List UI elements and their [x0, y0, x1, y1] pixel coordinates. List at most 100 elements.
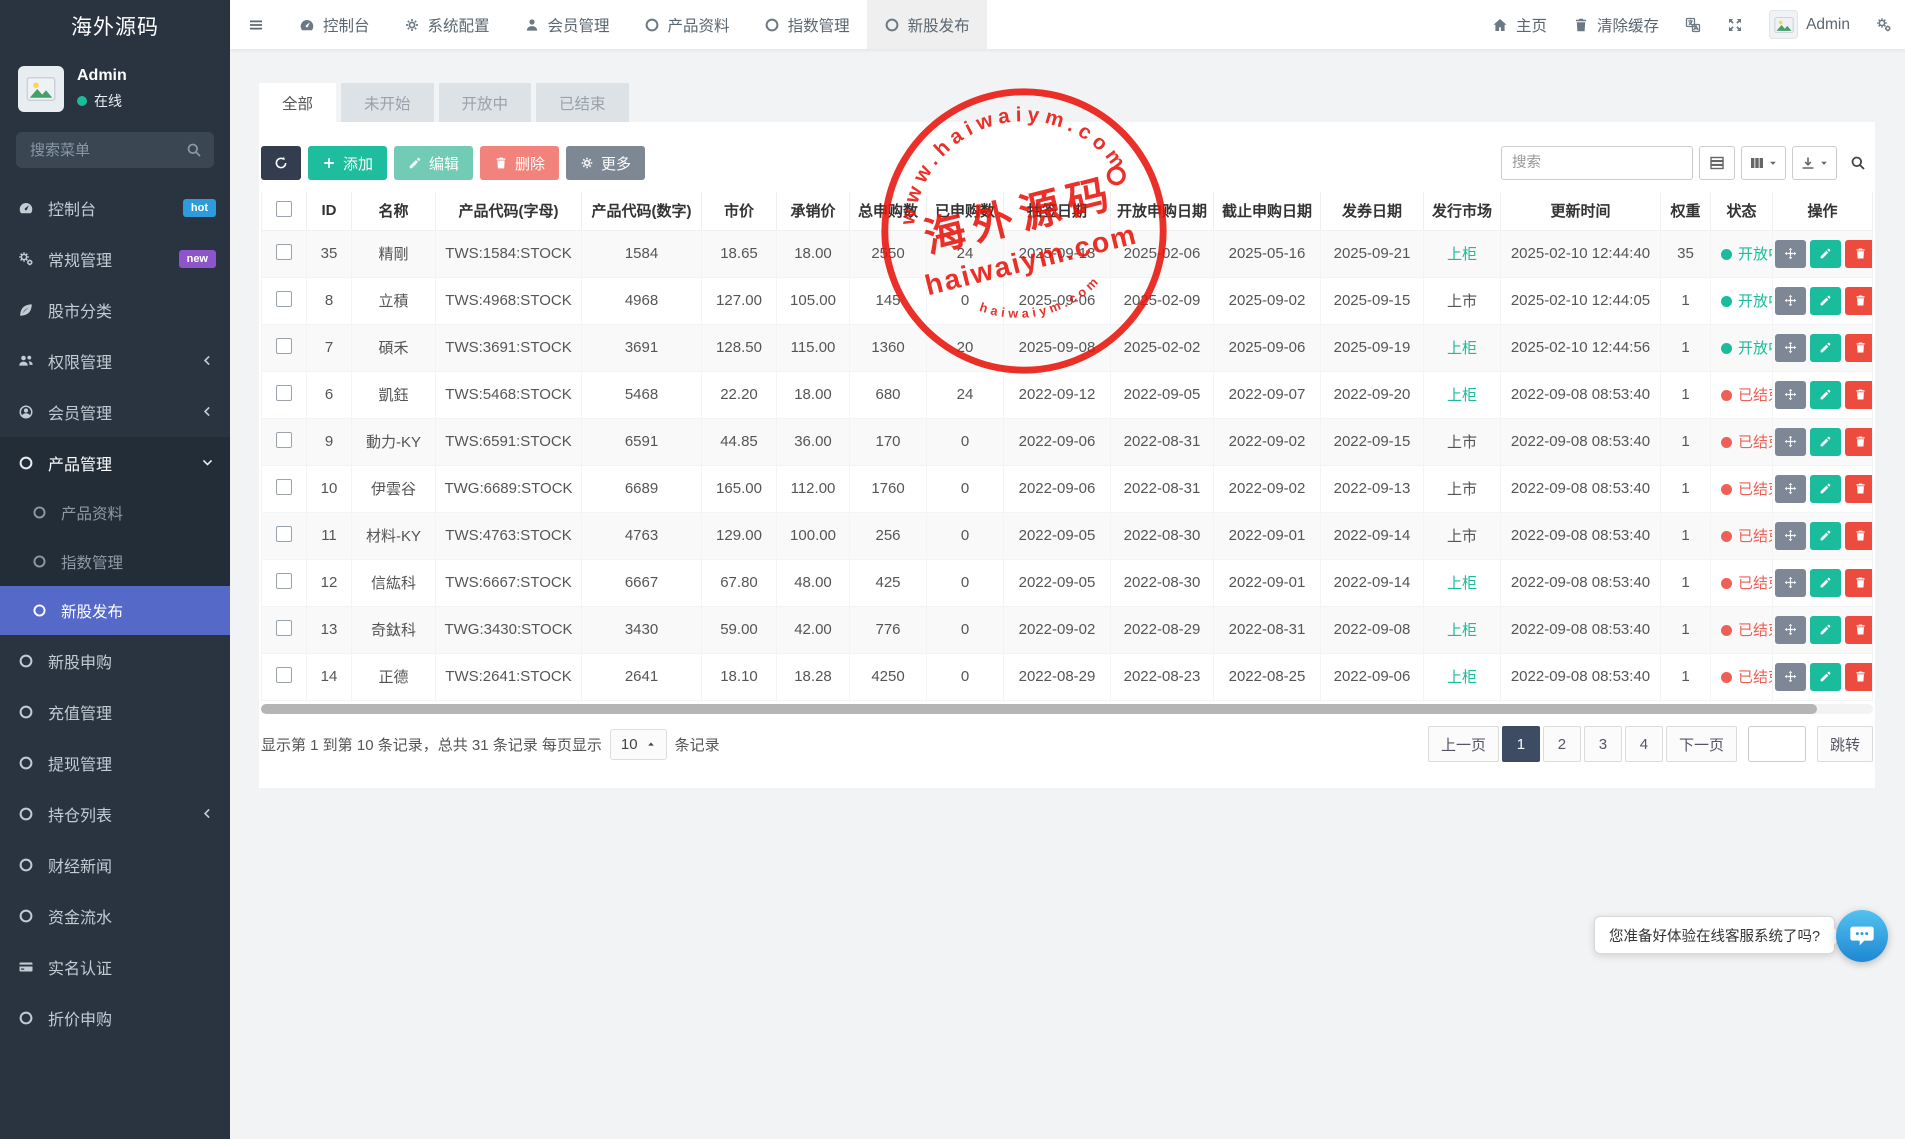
fullscreen-button[interactable] — [1714, 0, 1756, 49]
toggle-view-button[interactable] — [1699, 146, 1735, 180]
row-edit-button[interactable] — [1810, 663, 1841, 691]
nav-item-member[interactable]: 会员管理 — [507, 0, 627, 49]
jump-page-input[interactable] — [1748, 726, 1806, 762]
sidebar-item-recharge[interactable]: 充值管理 — [0, 686, 230, 737]
sidebar-search-input[interactable] — [16, 132, 214, 168]
sidebar-item-product-info[interactable]: 产品资料 — [0, 488, 230, 537]
sidebar-item-positions[interactable]: 持仓列表 — [0, 788, 230, 839]
market-link[interactable]: 上柜 — [1447, 575, 1477, 592]
row-move-button[interactable] — [1775, 428, 1806, 456]
delete-button[interactable]: 删除 — [480, 146, 559, 180]
page-button-2[interactable]: 2 — [1543, 726, 1581, 762]
settings-button[interactable] — [1863, 0, 1905, 49]
nav-item-product-info[interactable]: 产品资料 — [627, 0, 747, 49]
row-move-button[interactable] — [1775, 334, 1806, 362]
nav-item-ipo-publish[interactable]: 新股发布 — [867, 0, 987, 49]
sidebar-item-discount-subscribe[interactable]: 折价申购 — [0, 992, 230, 1043]
market-link[interactable]: 上柜 — [1447, 246, 1477, 263]
row-delete-button[interactable] — [1845, 240, 1873, 268]
scrollbar-thumb[interactable] — [261, 704, 1817, 714]
row-move-button[interactable] — [1775, 663, 1806, 691]
language-button[interactable] — [1672, 0, 1714, 49]
row-edit-button[interactable] — [1810, 569, 1841, 597]
prev-page-button[interactable]: 上一页 — [1428, 726, 1499, 762]
tab-not-started[interactable]: 未开始 — [341, 83, 434, 122]
sidebar-item-general[interactable]: 常规管理new — [0, 233, 230, 284]
row-checkbox[interactable] — [276, 573, 292, 589]
edit-button[interactable]: 编辑 — [394, 146, 473, 180]
sidebar-item-fund-flow[interactable]: 资金流水 — [0, 890, 230, 941]
sidebar-item-product[interactable]: 产品管理 — [0, 437, 230, 488]
tab-all[interactable]: 全部 — [259, 83, 336, 122]
row-edit-button[interactable] — [1810, 287, 1841, 315]
jump-button[interactable]: 跳转 — [1817, 726, 1873, 762]
row-move-button[interactable] — [1775, 522, 1806, 550]
page-button-4[interactable]: 4 — [1625, 726, 1663, 762]
row-edit-button[interactable] — [1810, 381, 1841, 409]
columns-button[interactable] — [1741, 146, 1786, 180]
sidebar-item-member[interactable]: 会员管理 — [0, 386, 230, 437]
row-delete-button[interactable] — [1845, 287, 1873, 315]
page-button-1[interactable]: 1 — [1502, 726, 1540, 762]
sidebar-item-index-manage[interactable]: 指数管理 — [0, 537, 230, 586]
user-menu[interactable]: Admin — [1756, 0, 1863, 49]
row-delete-button[interactable] — [1845, 569, 1873, 597]
row-checkbox[interactable] — [276, 338, 292, 354]
table-search-input[interactable] — [1501, 146, 1693, 180]
export-button[interactable] — [1792, 146, 1837, 180]
more-button[interactable]: 更多 — [566, 146, 645, 180]
row-edit-button[interactable] — [1810, 240, 1841, 268]
sidebar-item-withdraw[interactable]: 提现管理 — [0, 737, 230, 788]
market-link[interactable]: 上柜 — [1447, 669, 1477, 686]
tab-open[interactable]: 开放中 — [439, 83, 532, 122]
row-move-button[interactable] — [1775, 569, 1806, 597]
row-edit-button[interactable] — [1810, 428, 1841, 456]
sidebar-item-ipo-publish[interactable]: 新股发布 — [0, 586, 230, 635]
row-checkbox[interactable] — [276, 620, 292, 636]
row-move-button[interactable] — [1775, 475, 1806, 503]
row-checkbox[interactable] — [276, 432, 292, 448]
row-checkbox[interactable] — [276, 479, 292, 495]
row-edit-button[interactable] — [1810, 334, 1841, 362]
row-checkbox[interactable] — [276, 291, 292, 307]
row-edit-button[interactable] — [1810, 522, 1841, 550]
select-all-checkbox[interactable] — [276, 201, 292, 217]
row-checkbox[interactable] — [276, 526, 292, 542]
row-edit-button[interactable] — [1810, 475, 1841, 503]
sidebar-item-ipo-subscribe[interactable]: 新股申购 — [0, 635, 230, 686]
row-delete-button[interactable] — [1845, 475, 1873, 503]
row-checkbox[interactable] — [276, 244, 292, 260]
row-move-button[interactable] — [1775, 240, 1806, 268]
add-button[interactable]: 添加 — [308, 146, 387, 180]
row-delete-button[interactable] — [1845, 616, 1873, 644]
refresh-button[interactable] — [261, 146, 301, 180]
sidebar-item-realname[interactable]: 实名认证 — [0, 941, 230, 992]
sidebar-toggle-button[interactable] — [230, 0, 282, 49]
search-toggle-button[interactable] — [1843, 146, 1873, 180]
row-move-button[interactable] — [1775, 616, 1806, 644]
row-edit-button[interactable] — [1810, 616, 1841, 644]
row-delete-button[interactable] — [1845, 522, 1873, 550]
row-checkbox[interactable] — [276, 385, 292, 401]
page-size-select[interactable]: 10 — [610, 729, 667, 760]
sidebar-item-finance-news[interactable]: 财经新闻 — [0, 839, 230, 890]
chat-button[interactable] — [1836, 910, 1888, 962]
market-link[interactable]: 上柜 — [1447, 387, 1477, 404]
row-delete-button[interactable] — [1845, 428, 1873, 456]
tab-ended[interactable]: 已结束 — [536, 83, 629, 122]
page-button-3[interactable]: 3 — [1584, 726, 1622, 762]
nav-item-system-config[interactable]: 系统配置 — [387, 0, 507, 49]
row-move-button[interactable] — [1775, 381, 1806, 409]
market-link[interactable]: 上柜 — [1447, 622, 1477, 639]
clear-cache-button[interactable]: 清除缓存 — [1560, 0, 1672, 49]
sidebar-item-market-category[interactable]: 股市分类 — [0, 284, 230, 335]
nav-item-index-manage[interactable]: 指数管理 — [747, 0, 867, 49]
row-delete-button[interactable] — [1845, 334, 1873, 362]
market-link[interactable]: 上柜 — [1447, 340, 1477, 357]
home-button[interactable]: 主页 — [1479, 0, 1560, 49]
row-delete-button[interactable] — [1845, 663, 1873, 691]
nav-item-console[interactable]: 控制台 — [282, 0, 387, 49]
row-delete-button[interactable] — [1845, 381, 1873, 409]
next-page-button[interactable]: 下一页 — [1666, 726, 1737, 762]
row-checkbox[interactable] — [276, 667, 292, 683]
